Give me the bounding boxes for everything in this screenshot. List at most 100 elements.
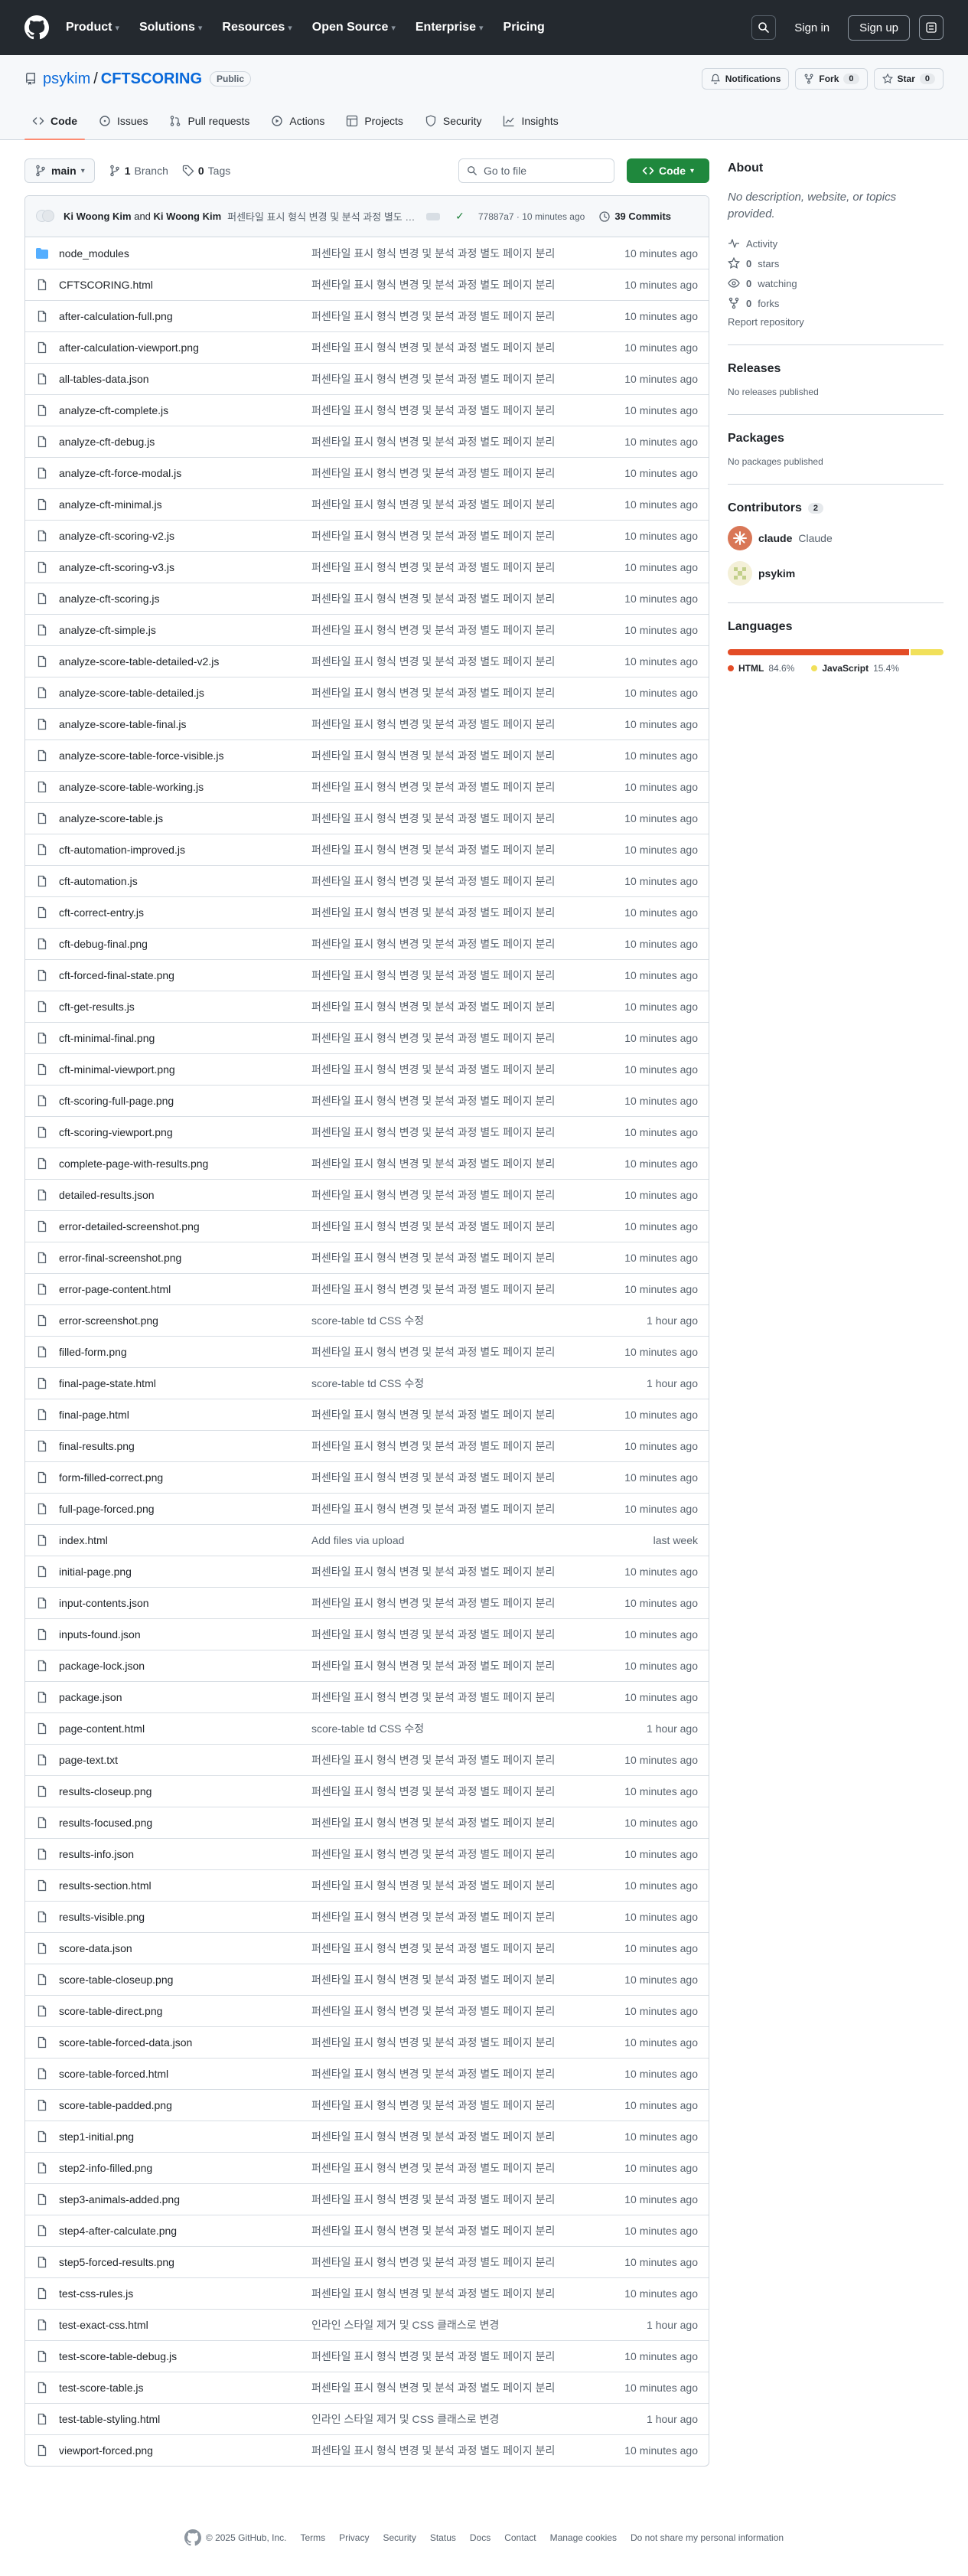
file-commit-message-link[interactable]: 퍼센타일 표시 형식 변경 및 분석 과정 별도 페이지 분리 bbox=[311, 2066, 606, 2081]
table-row[interactable]: analyze-cft-minimal.js 퍼센타일 표시 형식 변경 및 분석… bbox=[25, 488, 709, 520]
file-name-link[interactable]: analyze-score-table-detailed-v2.js bbox=[59, 655, 311, 668]
table-row[interactable]: results-closeup.png 퍼센타일 표시 형식 변경 및 분석 과정… bbox=[25, 1775, 709, 1807]
file-name-link[interactable]: cft-automation-improved.js bbox=[59, 844, 311, 856]
table-row[interactable]: package.json 퍼센타일 표시 형식 변경 및 분석 과정 별도 페이지… bbox=[25, 1681, 709, 1712]
table-row[interactable]: analyze-score-table-detailed-v2.js 퍼센타일 표… bbox=[25, 645, 709, 677]
file-name-link[interactable]: step1-initial.png bbox=[59, 2130, 311, 2143]
file-name-link[interactable]: analyze-cft-simple.js bbox=[59, 624, 311, 636]
nav-solutions[interactable]: Solutions ▾ bbox=[139, 21, 202, 34]
file-name-link[interactable]: results-section.html bbox=[59, 1879, 311, 1892]
file-commit-message-link[interactable]: 퍼센타일 표시 형식 변경 및 분석 과정 별도 페이지 분리 bbox=[311, 2003, 606, 2019]
file-name-link[interactable]: filled-form.png bbox=[59, 1346, 311, 1358]
file-commit-message-link[interactable]: 퍼센타일 표시 형식 변경 및 분석 과정 별도 페이지 분리 bbox=[311, 1909, 606, 1925]
nav-enterprise[interactable]: Enterprise ▾ bbox=[416, 21, 484, 34]
file-name-link[interactable]: input-contents.json bbox=[59, 1597, 311, 1609]
file-commit-message-link[interactable]: 퍼센타일 표시 형식 변경 및 분석 과정 별도 페이지 분리 bbox=[311, 1407, 606, 1422]
file-commit-message-link[interactable]: 퍼센타일 표시 형식 변경 및 분석 과정 별도 페이지 분리 bbox=[311, 1972, 606, 1987]
commit-expand-button[interactable] bbox=[426, 212, 441, 220]
file-name-link[interactable]: final-results.png bbox=[59, 1440, 311, 1452]
file-name-link[interactable]: package.json bbox=[59, 1691, 311, 1703]
file-commit-message-link[interactable]: 퍼센타일 표시 형식 변경 및 분석 과정 별도 페이지 분리 bbox=[311, 1125, 606, 1140]
commit-author-link[interactable]: Ki Woong Kim bbox=[154, 211, 222, 222]
tab-insights[interactable]: Insights bbox=[495, 103, 565, 139]
commit-hash-link[interactable]: 77887a7 · 10 minutes ago bbox=[478, 211, 585, 222]
file-name-link[interactable]: analyze-cft-force-modal.js bbox=[59, 467, 311, 479]
table-row[interactable]: cft-minimal-final.png 퍼센타일 표시 형식 변경 및 분석 … bbox=[25, 1022, 709, 1053]
file-commit-message-link[interactable]: 퍼센타일 표시 형식 변경 및 분석 과정 별도 페이지 분리 bbox=[311, 654, 606, 669]
go-to-file-input[interactable]: Go to file bbox=[458, 158, 614, 183]
file-commit-message-link[interactable]: 퍼센타일 표시 형식 변경 및 분석 과정 별도 페이지 분리 bbox=[311, 2380, 606, 2395]
file-commit-message-link[interactable]: 퍼센타일 표시 형식 변경 및 분석 과정 별도 페이지 분리 bbox=[311, 403, 606, 418]
table-row[interactable]: inputs-found.json 퍼센타일 표시 형식 변경 및 분석 과정 별… bbox=[25, 1618, 709, 1650]
file-name-link[interactable]: test-table-styling.html bbox=[59, 2413, 311, 2425]
table-row[interactable]: score-data.json 퍼센타일 표시 형식 변경 및 분석 과정 별도 … bbox=[25, 1932, 709, 1964]
file-commit-message-link[interactable]: 퍼센타일 표시 형식 변경 및 분석 과정 별도 페이지 분리 bbox=[311, 560, 606, 575]
table-row[interactable]: complete-page-with-results.png 퍼센타일 표시 형식… bbox=[25, 1148, 709, 1179]
file-name-link[interactable]: results-closeup.png bbox=[59, 1785, 311, 1797]
table-row[interactable]: test-score-table-debug.js 퍼센타일 표시 형식 변경 및… bbox=[25, 2340, 709, 2372]
releases-heading[interactable]: Releases bbox=[728, 362, 944, 376]
file-commit-message-link[interactable]: 퍼센타일 표시 형식 변경 및 분석 과정 별도 페이지 분리 bbox=[311, 1658, 606, 1673]
nav-resources[interactable]: Resources ▾ bbox=[222, 21, 292, 34]
language-entry[interactable]: HTML 84.6% bbox=[728, 663, 794, 674]
file-commit-message-link[interactable]: 퍼센타일 표시 형식 변경 및 분석 과정 별도 페이지 분리 bbox=[311, 1501, 606, 1517]
branches-link[interactable]: 1 Branch bbox=[109, 165, 168, 177]
table-row[interactable]: score-table-direct.png 퍼센타일 표시 형식 변경 및 분석… bbox=[25, 1995, 709, 2026]
file-commit-message-link[interactable]: 퍼센타일 표시 형식 변경 및 분석 과정 별도 페이지 분리 bbox=[311, 2223, 606, 2238]
file-commit-message-link[interactable]: 퍼센타일 표시 형식 변경 및 분석 과정 별도 페이지 분리 bbox=[311, 1030, 606, 1046]
command-palette-button[interactable] bbox=[919, 15, 944, 40]
star-button[interactable]: Star 0 bbox=[873, 68, 944, 90]
search-button[interactable] bbox=[751, 15, 777, 40]
table-row[interactable]: after-calculation-viewport.png 퍼센타일 표시 형식… bbox=[25, 331, 709, 363]
file-name-link[interactable]: cft-correct-entry.js bbox=[59, 906, 311, 919]
table-row[interactable]: step4-after-calculate.png 퍼센타일 표시 형식 변경 및… bbox=[25, 2215, 709, 2246]
file-commit-message-link[interactable]: 퍼센타일 표시 형식 변경 및 분석 과정 별도 페이지 분리 bbox=[311, 842, 606, 857]
file-name-link[interactable]: results-info.json bbox=[59, 1848, 311, 1860]
file-name-link[interactable]: page-content.html bbox=[59, 1722, 311, 1735]
table-row[interactable]: error-detailed-screenshot.png 퍼센타일 표시 형식 … bbox=[25, 1210, 709, 1242]
watching-link[interactable]: 0 watching bbox=[728, 273, 944, 293]
file-name-link[interactable]: package-lock.json bbox=[59, 1660, 311, 1672]
file-name-link[interactable]: node_modules bbox=[59, 247, 311, 260]
file-name-link[interactable]: test-score-table-debug.js bbox=[59, 2350, 311, 2362]
table-row[interactable]: analyze-score-table-final.js 퍼센타일 표시 형식 변… bbox=[25, 708, 709, 739]
file-name-link[interactable]: after-calculation-full.png bbox=[59, 310, 311, 322]
file-name-link[interactable]: results-visible.png bbox=[59, 1911, 311, 1923]
file-name-link[interactable]: cft-automation.js bbox=[59, 875, 311, 887]
table-row[interactable]: results-info.json 퍼센타일 표시 형식 변경 및 분석 과정 별… bbox=[25, 1838, 709, 1869]
fork-button[interactable]: Fork 0 bbox=[795, 68, 868, 90]
check-icon[interactable]: ✓ bbox=[455, 210, 464, 223]
table-row[interactable]: CFTSCORING.html 퍼센타일 표시 형식 변경 및 분석 과정 별도 … bbox=[25, 269, 709, 300]
file-commit-message-link[interactable]: 퍼센타일 표시 형식 변경 및 분석 과정 별도 페이지 분리 bbox=[311, 497, 606, 512]
table-row[interactable]: analyze-score-table-force-visible.js 퍼센타일… bbox=[25, 739, 709, 771]
table-row[interactable]: analyze-cft-complete.js 퍼센타일 표시 형식 변경 및 분… bbox=[25, 394, 709, 426]
file-name-link[interactable]: complete-page-with-results.png bbox=[59, 1157, 311, 1170]
file-commit-message-link[interactable]: 퍼센타일 표시 형식 변경 및 분석 과정 별도 페이지 분리 bbox=[311, 1250, 606, 1265]
table-row[interactable]: full-page-forced.png 퍼센타일 표시 형식 변경 및 분석 과… bbox=[25, 1493, 709, 1524]
tags-link[interactable]: 0 Tags bbox=[182, 165, 230, 177]
table-row[interactable]: error-page-content.html 퍼센타일 표시 형식 변경 및 분… bbox=[25, 1273, 709, 1304]
file-name-link[interactable]: inputs-found.json bbox=[59, 1628, 311, 1641]
file-name-link[interactable]: analyze-cft-minimal.js bbox=[59, 498, 311, 511]
file-name-link[interactable]: test-css-rules.js bbox=[59, 2287, 311, 2300]
table-row[interactable]: cft-minimal-viewport.png 퍼센타일 표시 형식 변경 및 … bbox=[25, 1053, 709, 1085]
tab-issues[interactable]: Issues bbox=[91, 103, 155, 139]
table-row[interactable]: score-table-forced-data.json 퍼센타일 표시 형식 변… bbox=[25, 2026, 709, 2058]
table-row[interactable]: step2-info-filled.png 퍼센타일 표시 형식 변경 및 분석 … bbox=[25, 2152, 709, 2183]
file-commit-message-link[interactable]: 퍼센타일 표시 형식 변경 및 분석 과정 별도 페이지 분리 bbox=[311, 1752, 606, 1768]
table-row[interactable]: score-table-padded.png 퍼센타일 표시 형식 변경 및 분석… bbox=[25, 2089, 709, 2121]
file-commit-message-link[interactable]: 퍼센타일 표시 형식 변경 및 분석 과정 별도 페이지 분리 bbox=[311, 1595, 606, 1611]
table-row[interactable]: test-table-styling.html 인라인 스타일 제거 및 CSS … bbox=[25, 2403, 709, 2434]
file-name-link[interactable]: viewport-forced.png bbox=[59, 2444, 311, 2457]
table-row[interactable]: analyze-score-table-working.js 퍼센타일 표시 형식… bbox=[25, 771, 709, 802]
table-row[interactable]: page-content.html score-table td CSS 수정 1 … bbox=[25, 1712, 709, 1744]
file-commit-message-link[interactable]: 퍼센타일 표시 형식 변경 및 분석 과정 별도 페이지 분리 bbox=[311, 1062, 606, 1077]
file-commit-message-link[interactable]: 퍼센타일 표시 형식 변경 및 분석 과정 별도 페이지 분리 bbox=[311, 1187, 606, 1203]
table-row[interactable]: initial-page.png 퍼센타일 표시 형식 변경 및 분석 과정 별도… bbox=[25, 1556, 709, 1587]
table-row[interactable]: cft-debug-final.png 퍼센타일 표시 형식 변경 및 분석 과정… bbox=[25, 928, 709, 959]
file-commit-message-link[interactable]: 퍼센타일 표시 형식 변경 및 분석 과정 별도 페이지 분리 bbox=[311, 340, 606, 355]
repo-owner-link[interactable]: psykim bbox=[43, 70, 90, 88]
file-name-link[interactable]: initial-page.png bbox=[59, 1566, 311, 1578]
sign-in-link[interactable]: Sign in bbox=[785, 21, 839, 34]
file-name-link[interactable]: error-detailed-screenshot.png bbox=[59, 1220, 311, 1232]
